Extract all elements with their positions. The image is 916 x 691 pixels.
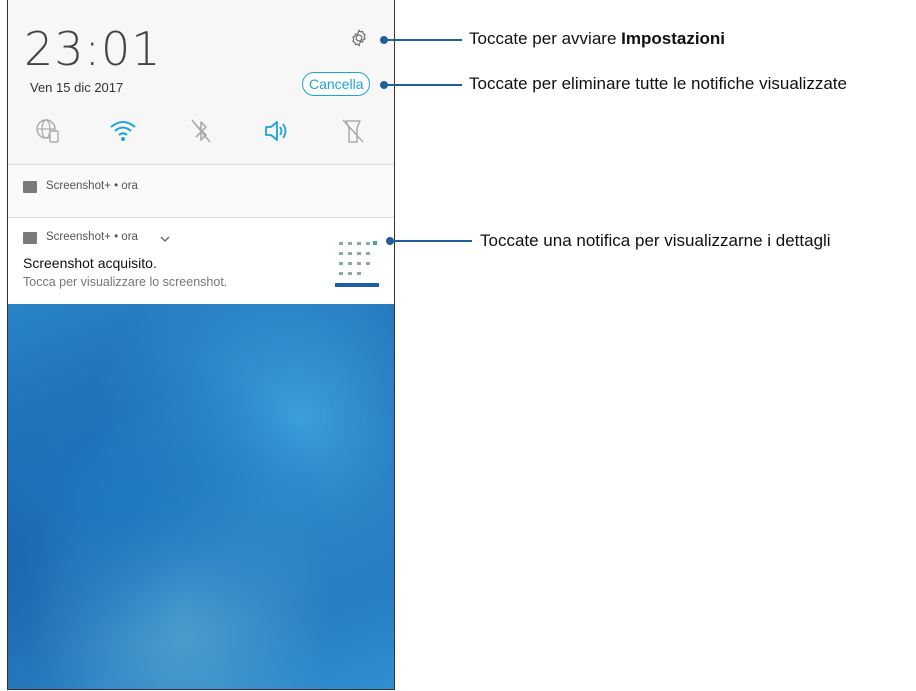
bluetooth-off-icon[interactable] [186, 116, 216, 146]
clear-all-button[interactable]: Cancella [302, 72, 371, 96]
chevron-down-icon[interactable] [160, 235, 170, 243]
callout-clear: Toccate per eliminare tutte le notifiche… [469, 74, 847, 93]
image-icon [23, 232, 37, 244]
image-icon [23, 181, 37, 193]
clock: 23:01 [24, 22, 162, 76]
callout-line-settings [384, 39, 462, 41]
gear-icon[interactable] [349, 28, 369, 48]
quick-toggles [8, 108, 394, 152]
callout-line-notification [390, 240, 472, 242]
volume-icon[interactable] [261, 116, 291, 146]
globe-sim-icon[interactable] [33, 116, 63, 146]
phone-screen: 23:01 Ven 15 dic 2017 Cancella Screensho… [7, 0, 395, 690]
notification-app-label: Screenshot+ • ora [46, 231, 138, 243]
notification-app-label: Screenshot+ • ora [46, 180, 138, 192]
notification-subtitle: Tocca per visualizzare lo screenshot. [23, 275, 228, 289]
quick-settings-panel: 23:01 Ven 15 dic 2017 Cancella [8, 0, 394, 163]
notification-title: Screenshot acquisito. [23, 255, 157, 271]
callout-settings: Toccate per avviare Impostazioni [469, 29, 726, 48]
wallpaper [8, 304, 394, 689]
wifi-icon[interactable] [108, 116, 138, 146]
notification-collapsed[interactable]: Screenshot+ • ora [8, 164, 394, 218]
notification-expanded[interactable]: Screenshot+ • ora Screenshot acquisito. … [8, 218, 394, 304]
callout-line-clear [384, 84, 462, 86]
screenshot-thumbnail [335, 238, 379, 290]
callout-notification: Toccate una notifica per visualizzarne i… [480, 231, 831, 250]
date-label: Ven 15 dic 2017 [30, 80, 124, 95]
flashlight-off-icon[interactable] [338, 116, 368, 146]
